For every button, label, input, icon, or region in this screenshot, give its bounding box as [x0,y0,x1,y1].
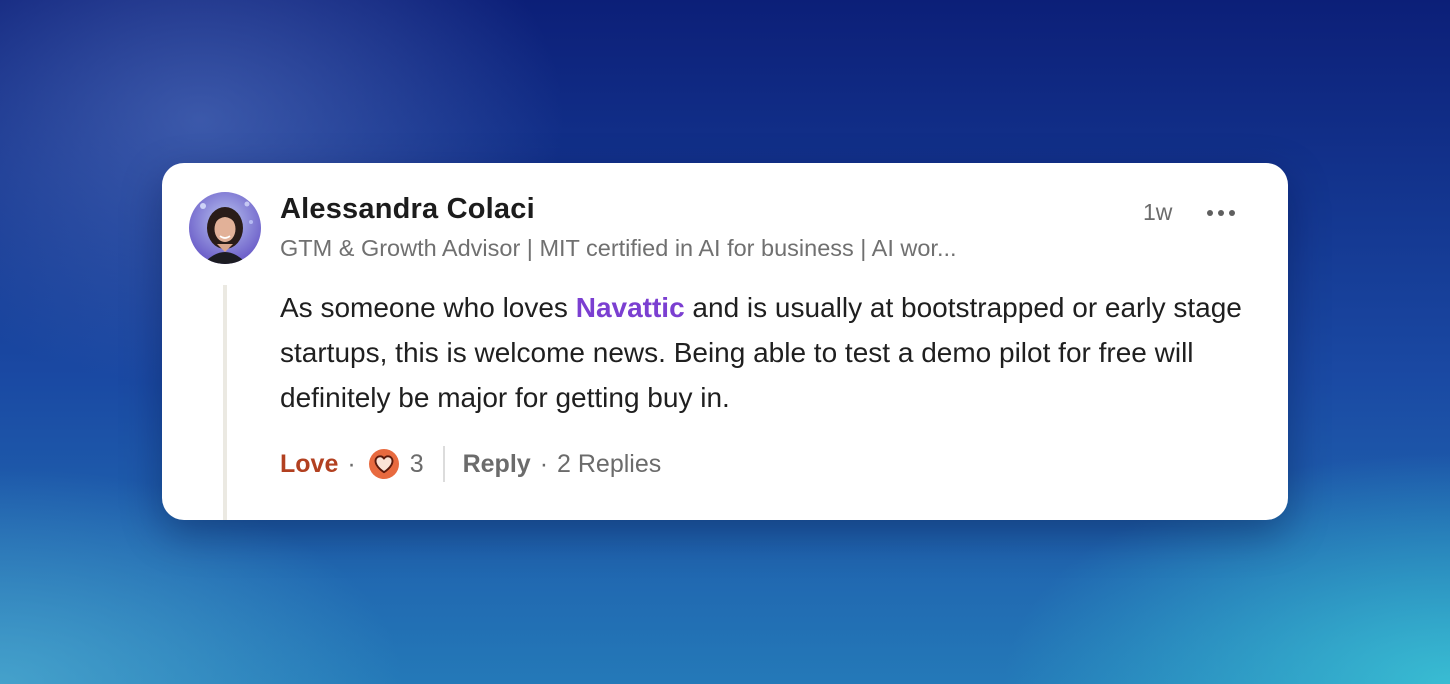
love-reaction-button[interactable]: Love [280,450,338,479]
avatar-image [189,192,261,264]
comment-card: Alessandra Colaci GTM & Growth Advisor |… [162,163,1288,520]
reaction-count[interactable]: 3 [410,450,424,479]
author-headline: GTM & Growth Advisor | MIT certified in … [280,235,957,261]
company-mention-link[interactable]: Navattic [576,292,685,323]
separator-dot: · [539,449,549,478]
comment-timestamp: 1w [1143,199,1173,225]
thread-line [223,285,227,520]
actions-divider [442,446,445,482]
separator-dot: · [347,449,356,478]
comment-body: As someone who loves Navattic and is usu… [280,285,1260,420]
comment-actions: Love · 3 Reply · 2 Replies [280,444,661,484]
replies-count-link[interactable]: 2 Replies [557,450,661,479]
more-options-button[interactable] [1202,199,1240,227]
more-horizontal-icon [1207,210,1213,216]
heart-reaction-icon[interactable] [368,448,400,480]
reply-button[interactable]: Reply [463,450,531,479]
author-name[interactable]: Alessandra Colaci [280,193,535,226]
comment-text-before-mention: As someone who loves [280,292,576,323]
author-avatar[interactable] [189,192,261,264]
